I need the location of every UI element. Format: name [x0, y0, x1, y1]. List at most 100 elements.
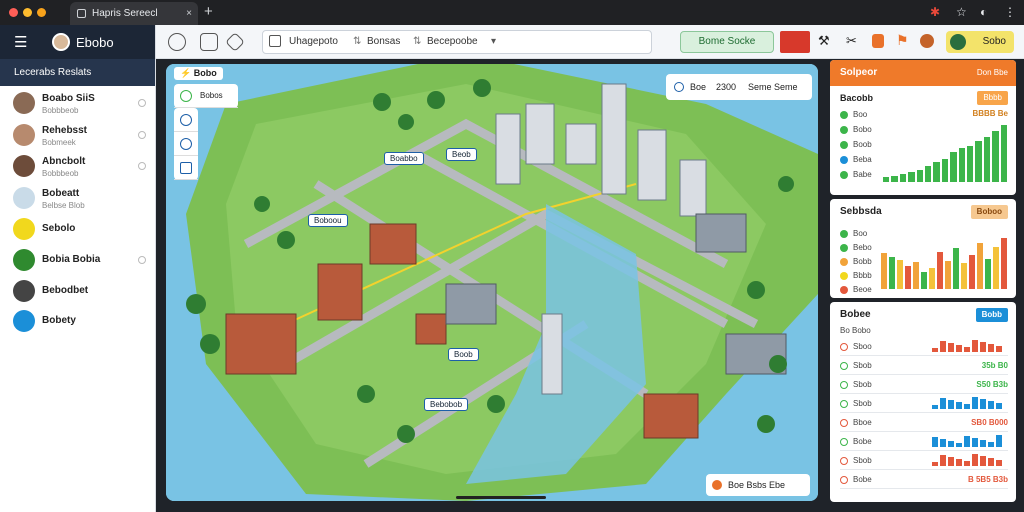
close-window-dot[interactable] [9, 8, 18, 17]
scissors-icon[interactable]: ✂ [846, 33, 857, 49]
sparkline-bar [980, 440, 986, 447]
sidebar-item-label: Bobia Bobia [42, 254, 101, 265]
sparkline-bar [948, 441, 954, 447]
sparkline-bar [964, 347, 970, 352]
status-dot-icon [840, 140, 848, 149]
status-dot-icon [840, 229, 848, 238]
refresh-icon[interactable] [174, 132, 198, 156]
menu-dots-icon[interactable]: ⋮ [1004, 5, 1016, 19]
row-label: Boo [853, 110, 868, 119]
sidebar-item[interactable]: Bobia Bobia [0, 246, 156, 276]
green-action-button[interactable]: Bome Socke [680, 31, 774, 53]
panel-3-title: Bobee [840, 309, 871, 320]
minimize-window-dot[interactable] [23, 8, 32, 17]
panel-1-row: Boob [840, 140, 872, 149]
sidebar-item[interactable]: Bobety [0, 307, 156, 337]
filter-2[interactable]: Bonsas [367, 31, 400, 53]
sparkline-bar [972, 438, 978, 447]
sidebar-item-label: Bobety [42, 315, 76, 326]
fullscreen-icon[interactable] [174, 156, 198, 180]
panel-2-badge[interactable]: Boboo [970, 205, 1008, 219]
browser-tab[interactable]: Hapris Sereecl × [70, 2, 198, 25]
building-icon[interactable] [780, 31, 810, 53]
panel-3-badge[interactable]: Bobb [975, 308, 1008, 322]
tab-favicon-icon [77, 9, 86, 18]
back-icon[interactable] [168, 33, 186, 51]
chevron-down-icon[interactable]: ▾ [491, 31, 496, 53]
chip-icon [712, 480, 722, 490]
panel-3-row: Sbob [840, 380, 872, 389]
row-label: Sbob [853, 361, 872, 370]
map-tool-layers[interactable]: Bobos [174, 84, 238, 108]
sparkline-bar [940, 455, 946, 466]
panel-2-row: Beoe [840, 285, 872, 294]
yellow-action-button[interactable]: Sobo [946, 31, 1014, 53]
status-circle-icon[interactable] [138, 162, 146, 170]
sparkline [932, 340, 1008, 352]
profile-icon[interactable]: ◐ [980, 5, 987, 19]
row-label: Boob [853, 140, 872, 149]
diamond-icon[interactable] [225, 32, 245, 52]
panel-1-row: Babe [840, 170, 872, 179]
sidebar-item[interactable]: Bobeatt Belbse Blob [0, 184, 156, 214]
sparkline-bar [940, 398, 946, 409]
bag-icon[interactable] [872, 34, 884, 48]
row-value: B 5B5 B3b [967, 475, 1008, 484]
chart-bar [891, 176, 898, 182]
sparkline-bar [972, 340, 978, 352]
sparkline [932, 454, 1008, 466]
grid-icon[interactable] [200, 33, 218, 51]
map-label[interactable]: Bebobob [424, 398, 469, 411]
filter-3[interactable]: Becepoobe [427, 31, 478, 53]
layers-icon [180, 90, 192, 102]
sidebar-item[interactable]: Sebolo [0, 215, 156, 245]
app-title: Ebobo [76, 35, 114, 50]
sidebar-item-label: Bebodbet [42, 285, 89, 296]
user-avatar[interactable] [52, 33, 70, 51]
maximize-window-dot[interactable] [37, 8, 46, 17]
sidebar-item[interactable]: Bebodbet [0, 277, 156, 307]
map-scrollbar[interactable] [456, 496, 546, 499]
sidebar-item[interactable]: Boabo SiiS Bobbbeob [0, 89, 156, 119]
blue-badge-icon [13, 310, 35, 332]
compass-icon[interactable] [174, 108, 198, 132]
sparkline-bar [996, 346, 1002, 352]
map-tool-chip[interactable]: Bobos [174, 84, 238, 108]
map-label[interactable]: Boboou [308, 214, 348, 227]
filter-1[interactable]: Uhagepoto [289, 31, 338, 53]
row-label: Bobo [853, 125, 872, 134]
sparkline-bar [948, 400, 954, 409]
status-circle-icon[interactable] [138, 256, 146, 264]
map-label[interactable]: Boabbo [384, 152, 424, 165]
hamburger-icon[interactable]: ☰ [14, 33, 27, 51]
sidebar-item[interactable]: Rehebsst Bobmeek [0, 121, 156, 151]
new-tab-button[interactable]: + [204, 3, 213, 20]
stats-panel-2: Sebbsda Boboo Boo Bebo Bobb Bbbb Beoe [830, 199, 1016, 298]
status-circle-icon[interactable] [138, 99, 146, 107]
sidebar-item-sub: Belbse Blob [42, 201, 85, 210]
row-divider [840, 374, 1008, 375]
badge-icon[interactable] [920, 34, 934, 48]
toolbar: Uhagepoto ⇅ Bonsas ⇅ Becepoobe ▾ Bome So… [156, 25, 1024, 59]
hammer-icon[interactable]: ⚑ [896, 32, 909, 49]
tab-close-icon[interactable]: × [186, 2, 192, 25]
chart-bar [950, 151, 957, 182]
bookmark-icon[interactable]: ☆ [956, 5, 967, 19]
extension-icon[interactable]: ✱ [930, 5, 940, 19]
panel-1-badge[interactable]: Bbbb [977, 91, 1008, 105]
map-bottom-chip[interactable]: Boe Bsbs Ebe [706, 474, 810, 496]
sparkline-bar [932, 348, 938, 352]
panel-3-row: Sbob [840, 456, 872, 465]
filter-icon [269, 35, 281, 47]
sidebar-item[interactable]: Abncbolt Bobbbeob [0, 152, 156, 182]
status-dot-icon [840, 110, 848, 119]
panel-1-title: Solpeor [840, 67, 878, 78]
map-view[interactable]: ⚡ Bobo Bobos Boe 2300 Seme Seme Boabbo B… [166, 64, 818, 501]
chart-bar [958, 148, 965, 182]
tools-icon[interactable]: ⚒ [818, 33, 830, 49]
chart-bar [937, 251, 943, 289]
status-circle-icon[interactable] [138, 131, 146, 139]
map-label[interactable]: Beob [446, 148, 477, 161]
filter-bar[interactable]: Uhagepoto ⇅ Bonsas ⇅ Becepoobe ▾ [262, 30, 652, 54]
map-label[interactable]: Boob [448, 348, 479, 361]
